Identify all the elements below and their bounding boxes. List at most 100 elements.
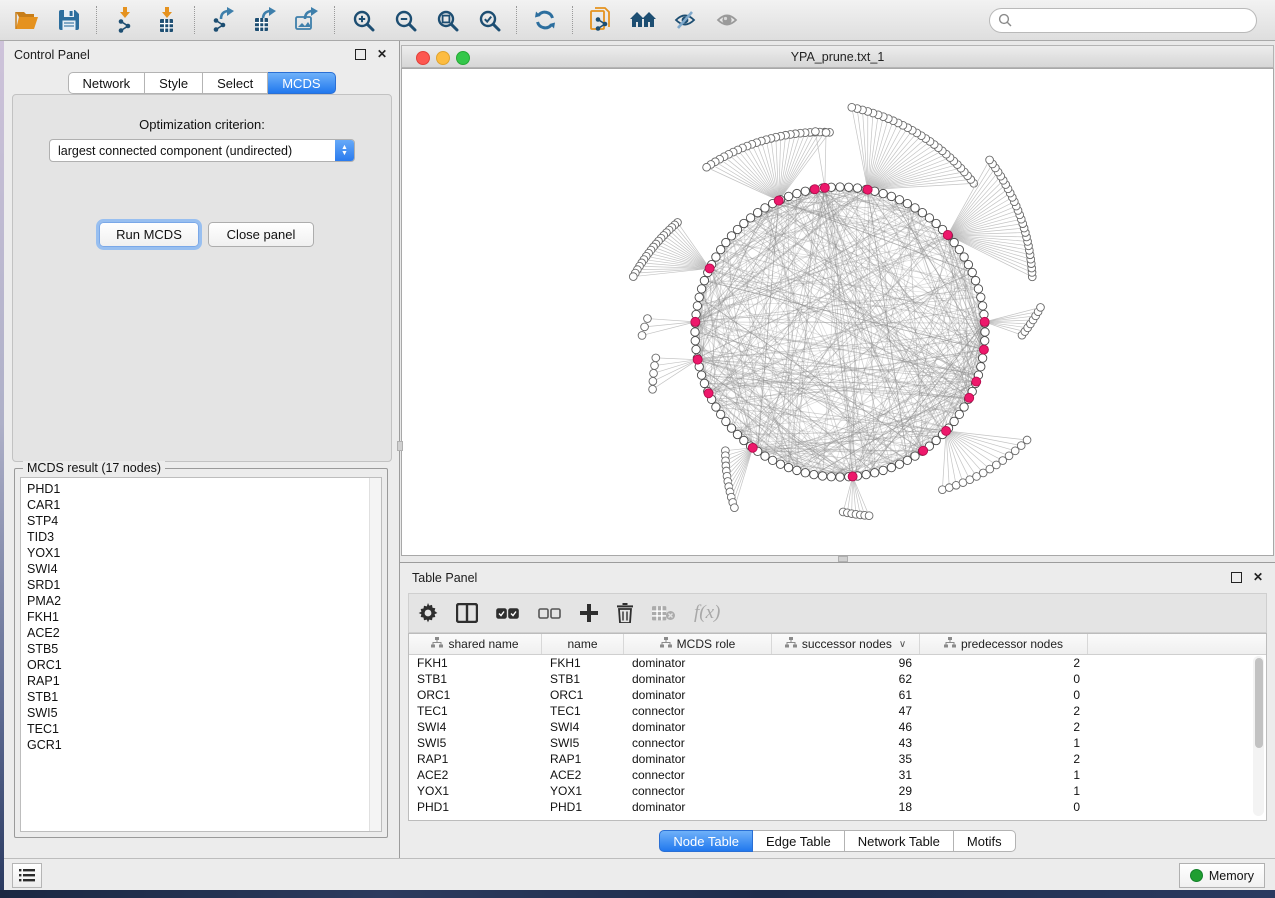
mcds-result-item[interactable]: GCR1 [27,737,381,753]
mcds-result-item[interactable]: RAP1 [27,673,381,689]
mcds-result-list[interactable]: PHD1CAR1STP4TID3YOX1SWI4SRD1PMA2FKH1ACE2… [20,477,382,832]
mcds-result-item[interactable]: FKH1 [27,609,381,625]
mcds-result-item[interactable]: YOX1 [27,545,381,561]
houses-icon[interactable] [626,4,660,36]
mcds-result-item[interactable]: CAR1 [27,497,381,513]
delete-icon[interactable] [616,598,634,628]
mcds-result-item[interactable]: PMA2 [27,593,381,609]
float-table-panel-icon[interactable] [1229,570,1243,584]
cell-name: RAP1 [542,752,624,766]
table-row[interactable]: RAP1RAP1dominator352 [409,751,1266,767]
network-window-title: YPA_prune.txt_1 [402,50,1273,64]
cell-name: SWI4 [542,720,624,734]
cell-shared_name: ACE2 [409,768,542,782]
select-all-icon[interactable] [496,598,520,628]
memory-button[interactable]: Memory [1179,863,1265,888]
columns-icon[interactable] [456,598,478,628]
gear-icon[interactable] [418,598,438,628]
tab-node-table[interactable]: Node Table [659,830,753,852]
cell-name: SWI5 [542,736,624,750]
tab-motifs[interactable]: Motifs [954,830,1016,852]
mcds-result-item[interactable]: STB5 [27,641,381,657]
export-image-icon[interactable] [290,4,324,36]
cell-successor_nodes: 96 [772,656,920,670]
export-table-icon[interactable] [248,4,282,36]
close-table-panel-icon[interactable]: ✕ [1251,570,1265,584]
table-row[interactable]: ACE2ACE2connector311 [409,767,1266,783]
zoom-out-icon[interactable] [388,4,422,36]
column-header-name[interactable]: name [542,634,624,654]
column-header-successor-nodes[interactable]: successor nodes∨ [772,634,920,654]
control-panel: Control Panel ✕ NetworkStyleSelectMCDS O… [4,41,400,858]
mcds-result-item[interactable]: TID3 [27,529,381,545]
hide-selected-eye-icon[interactable] [668,4,702,36]
splitter-handle-vertical[interactable] [397,441,403,451]
mcds-result-item[interactable]: STP4 [27,513,381,529]
show-all-eye-icon[interactable] [710,4,744,36]
close-panel-icon[interactable]: ✕ [375,47,389,61]
zoom-in-icon[interactable] [346,4,380,36]
table-row[interactable]: STB1STB1dominator620 [409,671,1266,687]
hierarchy-icon [660,637,672,651]
mcds-result-item[interactable]: SWI4 [27,561,381,577]
mcds-result-scrollbar[interactable] [369,478,381,831]
table-row[interactable]: SWI4SWI4dominator462 [409,719,1266,735]
cell-shared_name: YOX1 [409,784,542,798]
column-header-predecessor-nodes[interactable]: predecessor nodes [920,634,1088,654]
mcds-hub-node [810,185,819,194]
table-row[interactable]: ORC1ORC1dominator610 [409,687,1266,703]
tab-select[interactable]: Select [203,72,268,94]
zoom-selected-icon[interactable] [472,4,506,36]
criterion-select[interactable]: largest connected component (undirected)… [49,139,355,162]
mcds-hub-node [693,355,702,364]
cell-name: STB1 [542,672,624,686]
add-column-icon[interactable] [580,598,598,628]
mcds-result-item[interactable]: ACE2 [27,625,381,641]
mcds-hub-node [972,377,981,386]
cell-mcds_role: connector [624,768,772,782]
mcds-result-item[interactable]: TEC1 [27,721,381,737]
close-panel-button[interactable]: Close panel [208,222,314,247]
import-network-icon[interactable] [108,4,142,36]
column-header-shared-name[interactable]: shared name [409,634,542,654]
export-network-icon[interactable] [206,4,240,36]
mcds-hub-node [863,185,872,194]
search-input[interactable] [1018,9,1248,31]
run-mcds-button[interactable]: Run MCDS [99,222,199,247]
cell-predecessor_nodes: 1 [920,784,1088,798]
network-window-titlebar[interactable]: YPA_prune.txt_1 [401,45,1274,68]
cell-mcds_role: dominator [624,656,772,670]
float-panel-icon[interactable] [353,47,367,61]
refresh-icon[interactable] [528,4,562,36]
tab-network-table[interactable]: Network Table [845,830,954,852]
mcds-result-item[interactable]: SRD1 [27,577,381,593]
search-box[interactable] [989,8,1257,33]
status-bar: Memory [4,858,1275,890]
table-scrollbar[interactable] [1253,656,1264,816]
network-canvas[interactable] [401,68,1274,556]
table-row[interactable]: PHD1PHD1dominator180 [409,799,1266,815]
tab-style[interactable]: Style [145,72,203,94]
cell-shared_name: RAP1 [409,752,542,766]
open-file-icon[interactable] [10,4,44,36]
save-session-icon[interactable] [52,4,86,36]
tab-network[interactable]: Network [67,72,145,94]
network-graph[interactable] [402,69,1273,555]
table-row[interactable]: SWI5SWI5connector431 [409,735,1266,751]
tab-edge-table[interactable]: Edge Table [753,830,845,852]
column-header-MCDS-role[interactable]: MCDS role [624,634,772,654]
tab-mcds[interactable]: MCDS [268,72,335,94]
mcds-result-item[interactable]: PHD1 [27,481,381,497]
table-row[interactable]: TEC1TEC1connector472 [409,703,1266,719]
table-row[interactable]: YOX1YOX1connector291 [409,783,1266,799]
mcds-result-item[interactable]: ORC1 [27,657,381,673]
copy-network-icon[interactable] [584,4,618,36]
import-table-icon[interactable] [150,4,184,36]
mcds-result-item[interactable]: SWI5 [27,705,381,721]
task-history-button[interactable] [12,863,42,888]
zoom-fit-icon[interactable] [430,4,464,36]
mcds-result-item[interactable]: STB1 [27,689,381,705]
table-row[interactable]: FKH1FKH1dominator962 [409,655,1266,671]
deselect-all-icon[interactable]: >> [538,598,562,628]
cell-successor_nodes: 47 [772,704,920,718]
